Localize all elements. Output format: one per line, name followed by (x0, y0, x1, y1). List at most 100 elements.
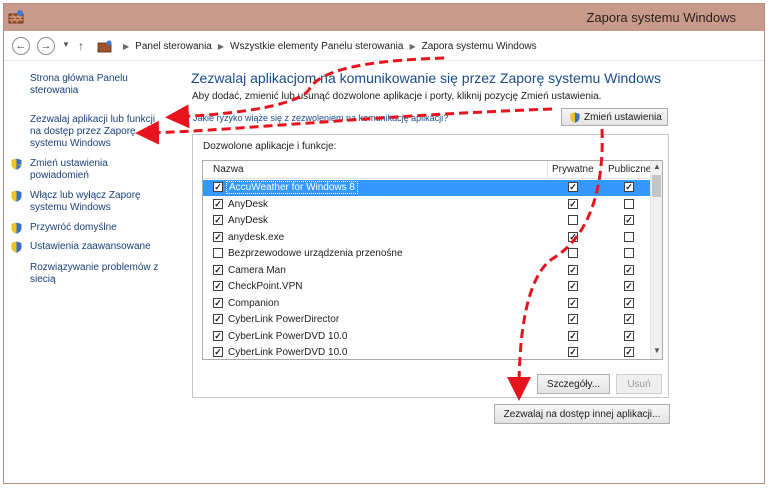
sidebar-item-notifications[interactable]: Zmień ustawienia powiadomień (30, 158, 108, 182)
sidebar-item-label: Zmień ustawienia (30, 158, 108, 169)
app-name: anydesk.exe (228, 231, 285, 243)
scroll-up-icon[interactable]: ▲ (652, 162, 662, 174)
sidebar-item-toggle-firewall[interactable]: Włącz lub wyłącz Zaporę systemu Windows (30, 190, 141, 214)
forward-button[interactable]: → (37, 37, 55, 55)
column-divider (600, 161, 601, 179)
table-row[interactable]: ✓ AccuWeather for Windows 8 ✓ ✓ (203, 180, 652, 196)
app-enabled-checkbox[interactable]: ✓ (213, 297, 223, 308)
app-enabled-checkbox[interactable]: ✓ (213, 215, 223, 225)
app-enabled-checkbox[interactable]: ✓ (213, 347, 223, 357)
app-enabled-checkbox[interactable]: ✓ (213, 264, 223, 275)
remove-button[interactable]: Usuń (616, 374, 662, 394)
private-checkbox[interactable] (568, 248, 578, 258)
public-checkbox[interactable]: ✓ (624, 330, 634, 341)
column-header-name[interactable]: Nazwa (213, 164, 244, 175)
column-divider (547, 161, 548, 179)
private-checkbox[interactable]: ✓ (568, 281, 578, 291)
allowed-apps-label: Dozwolone aplikacje i funkcje: (203, 141, 337, 152)
private-checkbox[interactable]: ✓ (568, 314, 578, 324)
recent-locations-icon[interactable]: ▼ (62, 40, 70, 49)
breadcrumb-firewall[interactable]: Zapora systemu Windows (422, 41, 537, 52)
public-checkbox[interactable]: ✓ (624, 347, 634, 357)
sidebar-item-label: powiadomień (30, 170, 89, 181)
public-checkbox[interactable]: ✓ (624, 297, 634, 308)
table-row[interactable]: ✓ Camera Man ✓ ✓ (203, 263, 652, 279)
firewall-app-icon (8, 10, 24, 24)
annotation-arrow (165, 56, 445, 129)
app-name: Companion (228, 297, 280, 309)
sidebar-item-label: Ustawienia zaawansowane (30, 241, 151, 252)
sidebar-item-label: siecią (30, 274, 56, 285)
public-checkbox[interactable]: ✓ (624, 182, 634, 192)
sidebar-item-restore-defaults[interactable]: Przywróć domyślne (30, 222, 117, 234)
app-name: Bezprzewodowe urządzenia przenośne (228, 248, 403, 259)
sidebar-item-allow-app[interactable]: Zezwalaj aplikacji lub funkcji na dostęp… (30, 114, 155, 150)
risk-info-link[interactable]: Jakie ryzyko wiąże się z zezwoleniem na … (193, 113, 448, 123)
table-row[interactable]: ✓ anydesk.exe ✓ (203, 230, 652, 246)
app-enabled-checkbox[interactable]: ✓ (213, 281, 223, 291)
public-checkbox[interactable] (624, 248, 634, 258)
private-checkbox[interactable]: ✓ (568, 330, 578, 341)
breadcrumb: ▶ Panel sterowania ▶ Wszystkie elementy … (97, 38, 537, 55)
public-checkbox[interactable]: ✓ (624, 281, 634, 291)
back-button[interactable]: ← (12, 37, 30, 55)
public-checkbox[interactable]: ✓ (624, 314, 634, 324)
change-settings-button[interactable]: Zmień ustawienia (561, 108, 668, 126)
table-row[interactable]: ✓ AnyDesk ✓ (203, 213, 652, 229)
app-enabled-checkbox[interactable]: ✓ (213, 198, 223, 209)
up-arrow-icon[interactable]: ↑ (78, 39, 84, 53)
uac-shield-icon (11, 190, 22, 202)
sidebar-item-label: Włącz lub wyłącz Zaporę (30, 190, 141, 201)
details-button[interactable]: Szczegóły... (537, 374, 610, 394)
private-checkbox[interactable]: ✓ (568, 231, 578, 242)
list-header: Nazwa Prywatne Publiczne (203, 161, 652, 179)
title-bar[interactable]: Zapora systemu Windows (4, 4, 764, 31)
sidebar-item-label: Przywróć domyślne (30, 222, 117, 233)
sidebar-item-label: sterowania (30, 85, 79, 96)
column-header-public[interactable]: Publiczne (608, 164, 651, 175)
app-enabled-checkbox[interactable]: ✓ (213, 182, 223, 192)
sidebar-item-label: systemu Windows (30, 138, 111, 149)
app-enabled-checkbox[interactable]: ✓ (213, 231, 223, 242)
vertical-scrollbar[interactable]: ▲ ▼ (650, 161, 662, 359)
table-row[interactable]: ✓ CheckPoint.VPN ✓ ✓ (203, 279, 652, 295)
table-row[interactable]: ✓ Companion ✓ ✓ (203, 296, 652, 312)
sidebar-item-control-panel-home[interactable]: Strona główna Panelu sterowania (30, 73, 128, 97)
app-name: CyberLink PowerDVD 10.0 (228, 347, 348, 358)
sidebar-item-label: systemu Windows (30, 202, 111, 213)
private-checkbox[interactable]: ✓ (568, 297, 578, 308)
public-checkbox[interactable]: ✓ (624, 264, 634, 275)
uac-shield-icon (570, 112, 580, 123)
breadcrumb-all-items[interactable]: Wszystkie elementy Panelu sterowania (230, 41, 403, 52)
private-checkbox[interactable] (568, 215, 578, 225)
firewall-window: Zapora systemu Windows ← → ▼ ↑ ▶ Panel s… (3, 3, 765, 484)
allowed-apps-group: Dozwolone aplikacje i funkcje: Nazwa Pry… (192, 134, 669, 398)
allow-another-app-button[interactable]: Zezwalaj na dostęp innej aplikacji... (494, 404, 670, 424)
control-panel-icon (97, 40, 112, 52)
sidebar-item-advanced-settings[interactable]: Ustawienia zaawansowane (30, 241, 151, 253)
scrollbar-thumb[interactable] (652, 175, 661, 197)
table-row[interactable]: ✓ AnyDesk ✓ (203, 197, 652, 213)
app-enabled-checkbox[interactable]: ✓ (213, 314, 223, 324)
app-name: AnyDesk (228, 198, 269, 210)
allowed-apps-list[interactable]: Nazwa Prywatne Publiczne ✓ AccuWeather fo… (202, 160, 663, 360)
table-row[interactable]: ✓ CyberLink PowerDVD 10.0 ✓ ✓ (203, 329, 652, 345)
public-checkbox[interactable] (624, 231, 634, 242)
breadcrumb-control-panel[interactable]: Panel sterowania (135, 41, 212, 52)
public-checkbox[interactable] (624, 198, 634, 209)
table-row[interactable]: Bezprzewodowe urządzenia przenośne (203, 246, 652, 262)
uac-shield-icon (11, 158, 22, 170)
column-header-private[interactable]: Prywatne (552, 164, 594, 175)
table-row[interactable]: ✓ CyberLink PowerDirector ✓ ✓ (203, 312, 652, 328)
public-checkbox[interactable]: ✓ (624, 215, 634, 225)
private-checkbox[interactable]: ✓ (568, 182, 578, 192)
private-checkbox[interactable]: ✓ (568, 264, 578, 275)
app-enabled-checkbox[interactable]: ✓ (213, 330, 223, 341)
app-name: CyberLink PowerDirector (228, 314, 340, 325)
app-enabled-checkbox[interactable] (213, 248, 223, 258)
scroll-down-icon[interactable]: ▼ (652, 346, 662, 358)
sidebar-item-troubleshoot[interactable]: Rozwiązywanie problemów z siecią (30, 262, 158, 286)
private-checkbox[interactable]: ✓ (568, 198, 578, 209)
private-checkbox[interactable]: ✓ (568, 347, 578, 357)
table-row[interactable]: ✓ CyberLink PowerDVD 10.0 ✓ ✓ (203, 345, 652, 359)
